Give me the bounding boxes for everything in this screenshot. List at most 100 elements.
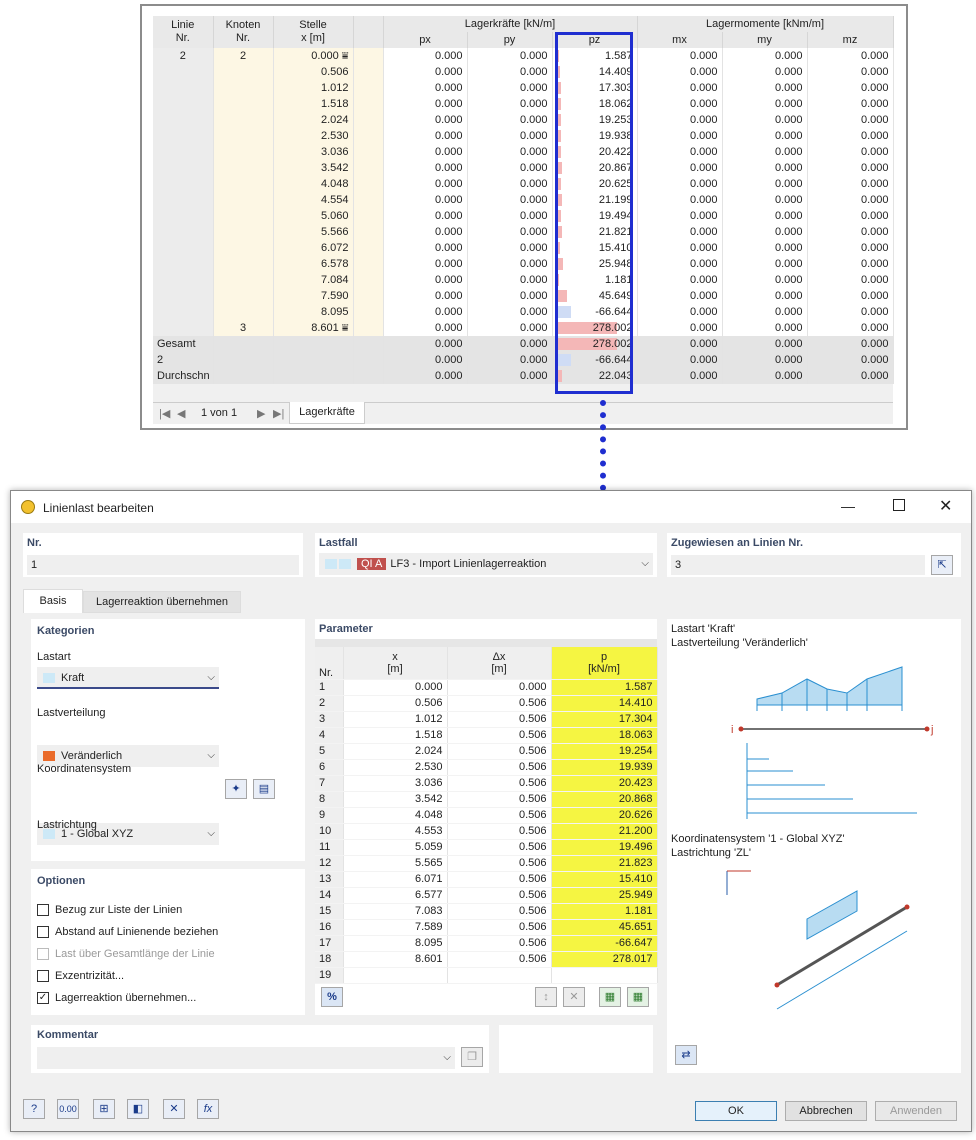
param-dx-cell[interactable]: 0.506 [447, 839, 552, 856]
param-x-cell[interactable]: 7.083 [343, 903, 448, 920]
param-row[interactable]: 3 1.012 0.506 17.304 [315, 711, 658, 728]
sort-icon[interactable]: ↕ [535, 987, 557, 1007]
ok-button[interactable]: OK [695, 1101, 777, 1121]
param-row[interactable]: 19 [315, 967, 658, 984]
param-dx-cell[interactable]: 0.506 [447, 855, 552, 872]
param-p-cell[interactable]: 18.063 [551, 727, 658, 744]
param-dx-cell[interactable]: 0.506 [447, 919, 552, 936]
param-row[interactable]: 2 0.506 0.506 14.410 [315, 695, 658, 712]
param-dx-cell[interactable]: 0.506 [447, 903, 552, 920]
next-page-icon[interactable]: ▶ [257, 407, 265, 420]
param-x-cell[interactable]: 8.095 [343, 935, 448, 952]
param-p-cell[interactable]: 20.626 [551, 807, 658, 824]
prev-page-icon[interactable]: ◀ [177, 407, 185, 420]
param-row[interactable]: 7 3.036 0.506 20.423 [315, 775, 658, 792]
table-row[interactable]: 4.554 0.000 0.000 21.199 0.000 0.000 0.000 [153, 192, 894, 208]
table-row[interactable]: 7.590 0.000 0.000 45.649 0.000 0.000 0.000 [153, 288, 894, 304]
param-dx-cell[interactable]: 0.506 [447, 935, 552, 952]
param-p-cell[interactable]: 1.181 [551, 903, 658, 920]
param-row[interactable]: 4 1.518 0.506 18.063 [315, 727, 658, 744]
param-dx-cell[interactable]: 0.506 [447, 951, 552, 968]
param-x-cell[interactable]: 8.601 [343, 951, 448, 968]
edit-coordsys-icon[interactable]: ▤ [253, 779, 275, 799]
param-p-cell[interactable]: 1.587 [551, 679, 658, 696]
last-page-icon[interactable]: ▶| [273, 407, 284, 420]
lastart-select[interactable]: Kraft ⌵ [37, 667, 219, 689]
param-x-cell[interactable]: 2.530 [343, 759, 448, 776]
param-p-cell[interactable] [551, 967, 658, 984]
table-row[interactable]: 2 2 0.000 ⩸ 0.000 0.000 1.587 0.000 0.000 0.000 [153, 48, 894, 64]
table-row[interactable]: 3 8.601 ⩸ 0.000 0.000 278.002 0.000 0.000 0.000 [153, 320, 894, 336]
table-row[interactable]: 6.578 0.000 0.000 25.948 0.000 0.000 0.000 [153, 256, 894, 272]
param-p-cell[interactable]: 15.410 [551, 871, 658, 888]
formula-icon[interactable]: fx [197, 1099, 219, 1119]
option-item[interactable]: ✓ Lagerreaktion übernehmen... [37, 987, 297, 1009]
param-x-cell[interactable]: 2.024 [343, 743, 448, 760]
param-p-cell[interactable]: 45.651 [551, 919, 658, 936]
param-row[interactable]: 14 6.577 0.506 25.949 [315, 887, 658, 904]
minimize-icon[interactable]: — [841, 498, 855, 514]
table-row[interactable]: 7.084 0.000 0.000 1.181 0.000 0.000 0.000 [153, 272, 894, 288]
table-select-icon[interactable]: ⊞ [93, 1099, 115, 1119]
param-x-cell[interactable]: 3.542 [343, 791, 448, 808]
param-row[interactable]: 17 8.095 0.506 -66.647 [315, 935, 658, 952]
new-coordsys-icon[interactable]: ✦ [225, 779, 247, 799]
table-row[interactable]: 3.036 0.000 0.000 20.422 0.000 0.000 0.000 [153, 144, 894, 160]
table-row[interactable]: 1.012 0.000 0.000 17.303 0.000 0.000 0.000 [153, 80, 894, 96]
table-row[interactable]: 2.530 0.000 0.000 19.938 0.000 0.000 0.000 [153, 128, 894, 144]
nr-field[interactable]: 1 [27, 555, 299, 575]
table-row[interactable]: 0.506 0.000 0.000 14.409 0.000 0.000 0.000 [153, 64, 894, 80]
param-row[interactable]: 10 4.553 0.506 21.200 [315, 823, 658, 840]
table-row[interactable]: 4.048 0.000 0.000 20.625 0.000 0.000 0.000 [153, 176, 894, 192]
param-row[interactable]: 16 7.589 0.506 45.651 [315, 919, 658, 936]
close-icon[interactable]: ✕ [939, 496, 952, 516]
option-item[interactable]: Abstand auf Linienende beziehen [37, 921, 297, 943]
param-x-cell[interactable]: 7.589 [343, 919, 448, 936]
param-p-cell[interactable]: -66.647 [551, 935, 658, 952]
param-row[interactable]: 6 2.530 0.506 19.939 [315, 759, 658, 776]
zugewiesen-field[interactable]: 3 [671, 555, 925, 575]
param-x-cell[interactable] [343, 967, 448, 984]
param-row[interactable]: 9 4.048 0.506 20.626 [315, 807, 658, 824]
param-p-cell[interactable]: 19.939 [551, 759, 658, 776]
param-dx-cell[interactable]: 0.506 [447, 727, 552, 744]
param-p-cell[interactable]: 21.823 [551, 855, 658, 872]
table-row[interactable]: 8.095 0.000 0.000 -66.644 0.000 0.000 0.000 [153, 304, 894, 320]
param-row[interactable]: 15 7.083 0.506 1.181 [315, 903, 658, 920]
option-item[interactable]: Bezug zur Liste der Linien [37, 899, 297, 921]
option-item[interactable]: Last über Gesamtlänge der Linie [37, 943, 297, 965]
pick-line-icon[interactable]: ⇱ [931, 555, 953, 575]
table-row[interactable]: 6.072 0.000 0.000 15.410 0.000 0.000 0.000 [153, 240, 894, 256]
param-p-cell[interactable]: 21.200 [551, 823, 658, 840]
param-dx-cell[interactable]: 0.000 [447, 679, 552, 696]
param-x-cell[interactable]: 1.518 [343, 727, 448, 744]
param-row[interactable]: 11 5.059 0.506 19.496 [315, 839, 658, 856]
param-x-cell[interactable]: 0.506 [343, 695, 448, 712]
param-dx-cell[interactable]: 0.506 [447, 823, 552, 840]
param-row[interactable]: 5 2.024 0.506 19.254 [315, 743, 658, 760]
cancel-button[interactable]: Abbrechen [785, 1101, 867, 1121]
lastfall-select[interactable]: QI A LF3 - Import Linienlagerreaktion ⌵ [319, 553, 653, 575]
param-dx-cell[interactable]: 0.506 [447, 695, 552, 712]
param-p-cell[interactable]: 19.496 [551, 839, 658, 856]
param-row[interactable]: 13 6.071 0.506 15.410 [315, 871, 658, 888]
table-row[interactable]: 1.518 0.000 0.000 18.062 0.000 0.000 0.000 [153, 96, 894, 112]
maximize-icon[interactable] [893, 499, 905, 511]
tab-basis[interactable]: Basis [23, 589, 83, 613]
checkbox-checked-icon[interactable]: ✓ [37, 992, 49, 1005]
param-p-cell[interactable]: 20.423 [551, 775, 658, 792]
table-row[interactable]: 2.024 0.000 0.000 19.253 0.000 0.000 0.000 [153, 112, 894, 128]
table-row[interactable]: 3.542 0.000 0.000 20.867 0.000 0.000 0.000 [153, 160, 894, 176]
apply-button[interactable]: Anwenden [875, 1101, 957, 1121]
param-dx-cell[interactable]: 0.506 [447, 743, 552, 760]
param-p-cell[interactable]: 19.254 [551, 743, 658, 760]
clear-icon[interactable]: ✕ [163, 1099, 185, 1119]
param-x-cell[interactable]: 5.059 [343, 839, 448, 856]
param-p-cell[interactable]: 14.410 [551, 695, 658, 712]
import-table-icon[interactable]: ▦ [627, 987, 649, 1007]
param-dx-cell[interactable]: 0.506 [447, 791, 552, 808]
param-p-cell[interactable]: 278.017 [551, 951, 658, 968]
param-dx-cell[interactable] [447, 967, 552, 984]
tab-lagerkraefte[interactable]: Lagerkräfte [289, 402, 365, 424]
first-page-icon[interactable]: |◀ [159, 407, 170, 420]
